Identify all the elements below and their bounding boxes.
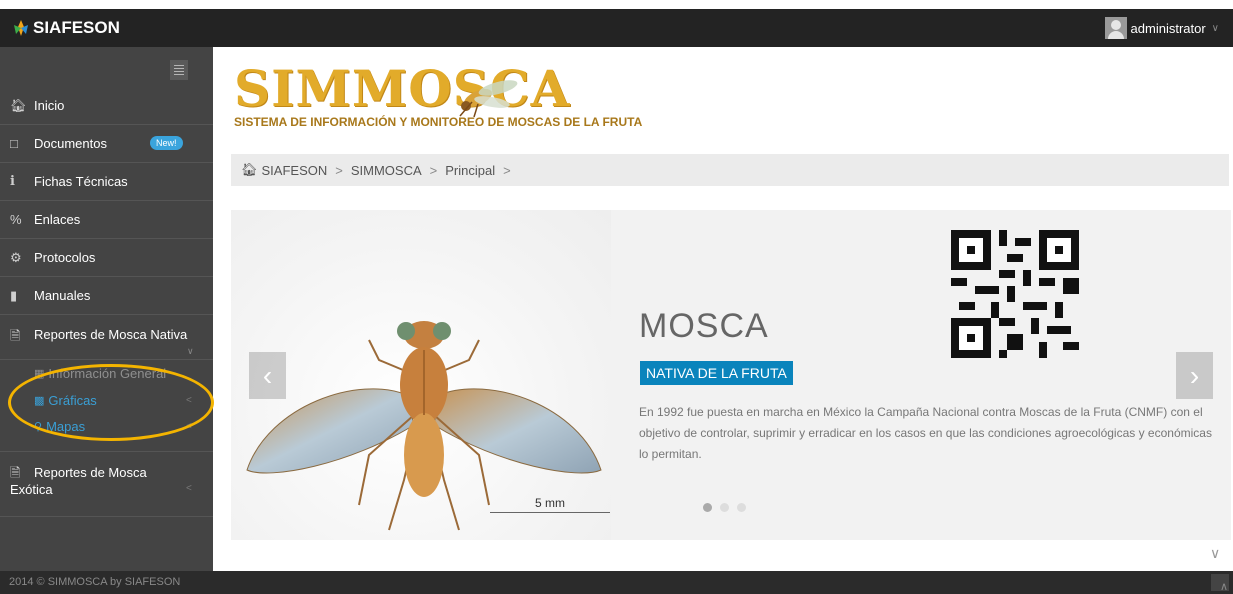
menu-toggle-icon[interactable] <box>170 60 188 80</box>
scroll-top-button[interactable]: ∧ <box>1211 574 1229 593</box>
sidebar-item-label: Enlaces <box>34 212 81 227</box>
chevron-left-icon: < <box>186 483 192 494</box>
sidebar-item-reportes-exotica[interactable]: 🗎︎ Reportes de Mosca Exótica < <box>0 452 213 517</box>
sidebar-item-label: Reportes de Mosca Exótica <box>10 464 147 498</box>
sidebar-menu: 🏠︎ Inicio □ Documentos New! i Fichas Téc… <box>0 87 213 517</box>
carousel-prev-button[interactable]: ‹ <box>249 352 286 399</box>
breadcrumb-separator: > <box>503 162 511 178</box>
carousel-next-button[interactable]: › <box>1176 352 1213 399</box>
slide-description: En 1992 fue puesta en marcha en México l… <box>639 405 1212 461</box>
sidebar-item-label: Manuales <box>34 288 91 303</box>
file-icon: 🗎︎ <box>10 465 21 480</box>
breadcrumb-item[interactable]: SIMMOSCA <box>351 163 422 178</box>
chevron-down-icon[interactable]: ∨ <box>1210 545 1220 562</box>
submenu-item-label: Mapas <box>46 419 86 434</box>
slide-title: MOSCA <box>639 307 769 345</box>
info-icon: i <box>10 174 15 189</box>
sidebar-item-reportes-nativa[interactable]: 🗎︎ Reportes de Mosca Nativa ∨ <box>0 315 213 360</box>
home-icon: 🏠︎ <box>241 162 258 177</box>
logo-subtitle: SISTEMA DE INFORMACIÓN Y MONITOREO DE MO… <box>234 115 643 129</box>
top-margin <box>0 0 1233 9</box>
sidebar-item-label: Protocolos <box>34 250 96 265</box>
avatar <box>1104 17 1127 39</box>
chevron-up-icon: ∧ <box>1220 581 1229 593</box>
chevron-down-icon: ∨ <box>187 346 194 356</box>
breadcrumb-separator: > <box>429 162 438 178</box>
hero-carousel: 5 mm ‹ › MOSCA NATIVA DE LA FRUTA En 199… <box>231 210 1231 540</box>
book-icon: ▮ <box>10 287 18 303</box>
chevron-right-icon: › <box>1189 359 1200 391</box>
sidebar-item-documentos[interactable]: □ Documentos New! <box>0 125 213 163</box>
table-icon: ▦ <box>34 368 45 380</box>
chevron-left-icon: < <box>186 421 192 432</box>
sidebar-item-label: Reportes de Mosca Nativa <box>34 327 188 342</box>
map-marker-icon: ⚲ <box>34 421 43 433</box>
brand[interactable]: SIAFESON <box>12 9 120 47</box>
submenu-item-informacion-general[interactable]: ▦ Información General <box>34 366 166 381</box>
carousel-dot[interactable] <box>703 503 712 512</box>
sidebar-item-label-line2: Exótica <box>10 482 53 497</box>
carousel-dot[interactable] <box>737 503 746 512</box>
breadcrumb: 🏠︎ SIAFESON > SIMMOSCA > Principal > <box>231 154 1229 186</box>
carousel-dot[interactable] <box>720 503 729 512</box>
chart-icon: ▩ <box>34 395 45 407</box>
footer: 2014 © SIMMOSCA by SIAFESON ∧ <box>0 571 1233 594</box>
chevron-down-icon: ∨ <box>1211 22 1219 34</box>
scale-label: 5 mm <box>535 496 565 510</box>
file-icon: 🗎︎ <box>10 328 21 343</box>
brand-name: SIAFESON <box>33 18 120 37</box>
slide-tag: NATIVA DE LA FRUTA <box>640 361 793 385</box>
submenu-item-mapas[interactable]: ⚲ Mapas <box>34 419 85 434</box>
submenu-item-label: Información General <box>48 366 167 381</box>
new-badge: New! <box>150 136 183 150</box>
submenu-reportes-nativa: ▦ Información General ▩ Gráficas < ⚲ Map… <box>0 360 213 452</box>
link-icon: % <box>10 212 22 227</box>
sidebar-item-fichas-tecnicas[interactable]: i Fichas Técnicas <box>0 163 213 201</box>
gear-icon: ⚙ <box>10 249 22 265</box>
sidebar-item-label-line1: Reportes de Mosca <box>34 465 147 480</box>
sidebar: 🏠︎ Inicio □ Documentos New! i Fichas Téc… <box>0 47 213 571</box>
qr-code-image <box>951 230 1079 358</box>
folder-icon: □ <box>10 136 18 151</box>
sidebar-item-label: Inicio <box>34 98 65 113</box>
brand-logo-icon <box>14 20 28 36</box>
user-menu[interactable]: administrator ∨ <box>1104 9 1219 47</box>
chevron-left-icon: < <box>186 395 192 406</box>
sidebar-item-label: Fichas Técnicas <box>34 174 128 189</box>
home-icon: 🏠︎ <box>10 97 27 113</box>
user-name: administrator <box>1130 20 1206 36</box>
breadcrumb-item[interactable]: Principal <box>445 163 495 178</box>
top-navbar: SIAFESON administrator ∨ <box>0 9 1233 47</box>
breadcrumb-item[interactable]: SIAFESON <box>262 163 328 178</box>
simmosca-logo: SIMMOSCA SISTEMA DE INFORMACIÓN Y MONITO… <box>234 59 643 130</box>
breadcrumb-separator: > <box>335 162 343 178</box>
logo-fly-icon <box>459 80 518 118</box>
sidebar-item-label: Documentos <box>34 136 107 151</box>
scale-bar: 5 mm <box>490 496 610 513</box>
submenu-item-graficas[interactable]: ▩ Gráficas <box>34 393 97 408</box>
scale-line <box>490 512 610 513</box>
sidebar-item-manuales[interactable]: ▮ Manuales <box>0 277 213 315</box>
submenu-item-label: Gráficas <box>48 393 97 408</box>
chevron-left-icon: ‹ <box>262 359 273 391</box>
sidebar-item-inicio[interactable]: 🏠︎ Inicio <box>0 87 213 125</box>
carousel-indicators <box>703 503 746 512</box>
logo-wordmark: SIMMOSCA <box>234 59 571 118</box>
sidebar-item-enlaces[interactable]: % Enlaces <box>0 201 213 239</box>
footer-text: 2014 © SIMMOSCA by SIAFESON <box>9 576 181 588</box>
sidebar-item-protocolos[interactable]: ⚙ Protocolos <box>0 239 213 277</box>
